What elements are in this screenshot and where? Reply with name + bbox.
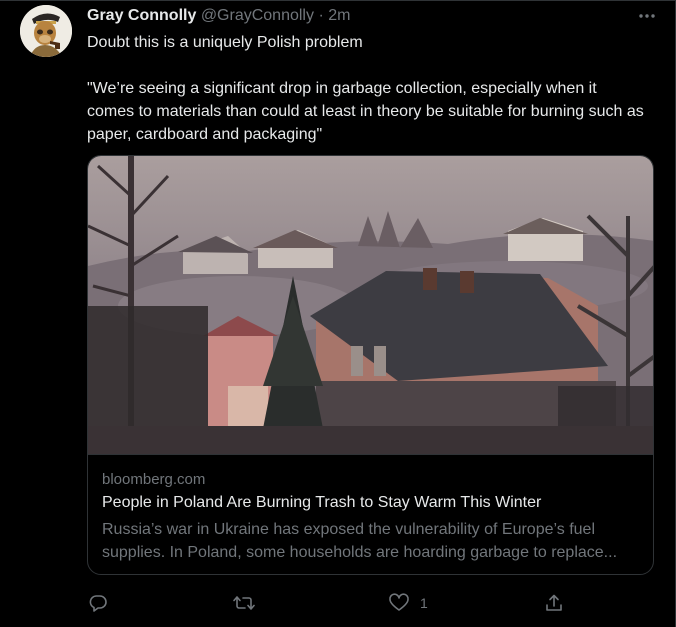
share-button[interactable]	[544, 591, 564, 615]
tweet-text: Doubt this is a uniquely Polish problem …	[87, 31, 647, 146]
card-title[interactable]: People in Poland Are Burning Trash to St…	[102, 494, 541, 512]
tweet[interactable]: Gray Connolly @GrayConnolly · 2m Doubt t…	[0, 0, 676, 627]
like-button[interactable]: 1	[388, 591, 428, 615]
tweet-header: Gray Connolly @GrayConnolly · 2m	[87, 6, 350, 26]
retweet-icon	[232, 593, 256, 613]
more-options-icon[interactable]	[636, 6, 658, 26]
card-description: Russia’s war in Ukraine has exposed the …	[102, 521, 618, 561]
card-domain: bloomberg.com	[102, 471, 206, 488]
separator: ·	[318, 7, 324, 24]
share-icon	[544, 593, 564, 613]
retweet-button[interactable]	[232, 591, 256, 615]
avatar[interactable]	[20, 5, 72, 57]
card-divider	[88, 454, 653, 455]
author-name[interactable]: Gray Connolly	[87, 7, 196, 24]
tweet-time[interactable]: 2m	[328, 7, 350, 24]
reply-icon	[88, 593, 108, 613]
card-image[interactable]	[88, 156, 653, 454]
heart-icon	[388, 593, 410, 613]
tweet-text-line: Doubt this is a uniquely Polish problem	[87, 34, 363, 51]
top-divider	[0, 0, 676, 1]
tweet-quote: "We’re seeing a significant drop in garb…	[87, 80, 644, 143]
link-card[interactable]: bloomberg.com People in Poland Are Burni…	[87, 155, 654, 575]
like-count: 1	[420, 595, 428, 611]
author-handle[interactable]: @GrayConnolly	[201, 7, 314, 24]
reply-button[interactable]	[88, 591, 108, 615]
